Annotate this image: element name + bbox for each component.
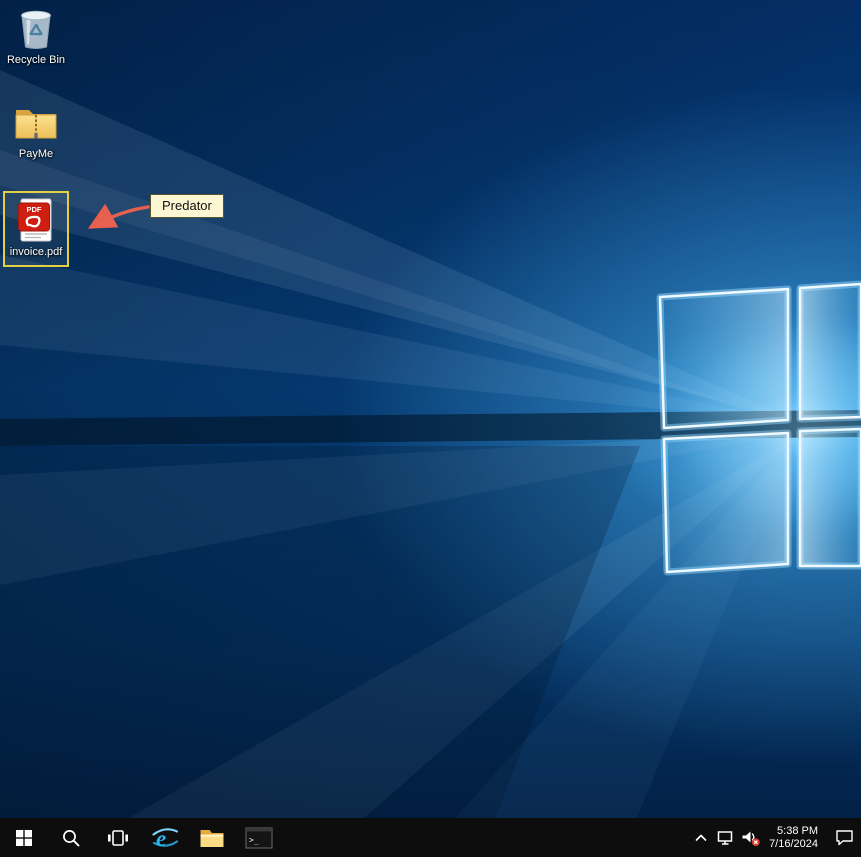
command-prompt-icon: >_	[245, 827, 272, 848]
system-tray: 5:38 PM 7/16/2024	[688, 818, 861, 857]
pdf-icon: PDF	[13, 198, 59, 242]
internet-explorer-icon: e	[151, 826, 178, 851]
windows-desktop: Recycle Bin PayMe PDF invoice.pdf Predat…	[0, 0, 861, 857]
file-explorer-button[interactable]	[188, 818, 235, 857]
search-icon	[62, 829, 79, 846]
task-view-icon	[107, 829, 128, 846]
svg-text:>_: >_	[249, 835, 259, 844]
file-explorer-icon	[200, 829, 223, 847]
desktop-icon-recycle-bin[interactable]: Recycle Bin	[0, 6, 72, 67]
clock-date: 7/16/2024	[769, 837, 818, 850]
start-button[interactable]	[0, 818, 47, 857]
volume-button[interactable]	[738, 818, 763, 857]
chevron-up-icon	[695, 834, 706, 841]
payme-label: PayMe	[18, 148, 54, 160]
internet-explorer-button[interactable]: e	[141, 818, 188, 857]
network-icon	[717, 830, 732, 845]
search-button[interactable]	[47, 818, 94, 857]
volume-icon	[742, 831, 760, 846]
action-center-icon	[835, 830, 853, 846]
annotation-arrow-icon	[88, 203, 150, 229]
annotation-callout-predator: Predator	[150, 194, 224, 218]
action-center-button[interactable]	[827, 818, 861, 857]
recycle-bin-label: Recycle Bin	[6, 54, 66, 66]
desktop-icon-invoice-pdf[interactable]: PDF invoice.pdf	[3, 191, 69, 267]
network-button[interactable]	[713, 818, 738, 857]
clock-time: 5:38 PM	[777, 824, 818, 837]
zip-folder-icon	[13, 100, 59, 144]
task-view-button[interactable]	[94, 818, 141, 857]
taskbar: e >_ 5:38 PM 7/16/2024	[0, 818, 861, 857]
windows-logo-icon	[15, 829, 32, 846]
tray-expand-button[interactable]	[688, 818, 713, 857]
recycle-bin-icon	[13, 6, 59, 50]
pdf-icon-text: PDF	[27, 205, 42, 214]
taskbar-clock[interactable]: 5:38 PM 7/16/2024	[763, 818, 827, 857]
wallpaper	[0, 0, 861, 857]
command-prompt-button[interactable]: >_	[235, 818, 282, 857]
invoice-pdf-label: invoice.pdf	[9, 246, 63, 258]
desktop-icon-payme[interactable]: PayMe	[0, 100, 72, 161]
